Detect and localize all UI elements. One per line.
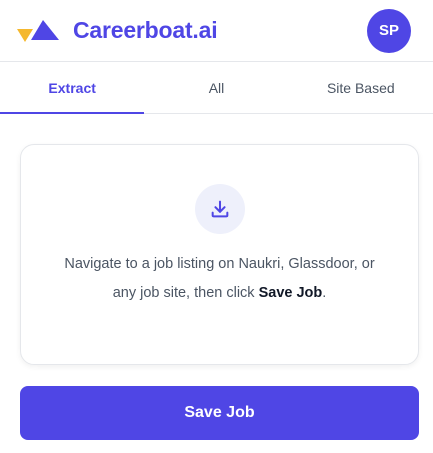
instruction-emphasis: Save Job (258, 285, 323, 301)
instruction-text: Navigate to a job listing on Naukri, Gla… (64, 256, 375, 301)
download-icon-badge (194, 184, 245, 234)
download-icon (211, 200, 228, 218)
instruction-message: Navigate to a job listing on Naukri, Gla… (55, 250, 385, 308)
boat-triangle-logo (17, 19, 59, 42)
instruction-period: . (322, 285, 327, 301)
tab-site-based[interactable]: Site Based (289, 62, 433, 113)
save-job-button[interactable]: Save Job (20, 386, 419, 440)
tab-all[interactable]: All (144, 62, 288, 113)
tab-extract[interactable]: Extract (0, 62, 145, 114)
brand: Careerboat.ai (15, 17, 218, 44)
careerboat-popup: Careerboat.ai SP Extract All Site Based … (0, 0, 433, 453)
avatar[interactable]: SP (367, 8, 411, 53)
instruction-card: Navigate to a job listing on Naukri, Gla… (20, 144, 419, 365)
brand-name: Careerboat.ai (73, 17, 218, 43)
tab-bar: Extract All Site Based (0, 62, 433, 114)
header: Careerboat.ai SP (0, 0, 433, 62)
